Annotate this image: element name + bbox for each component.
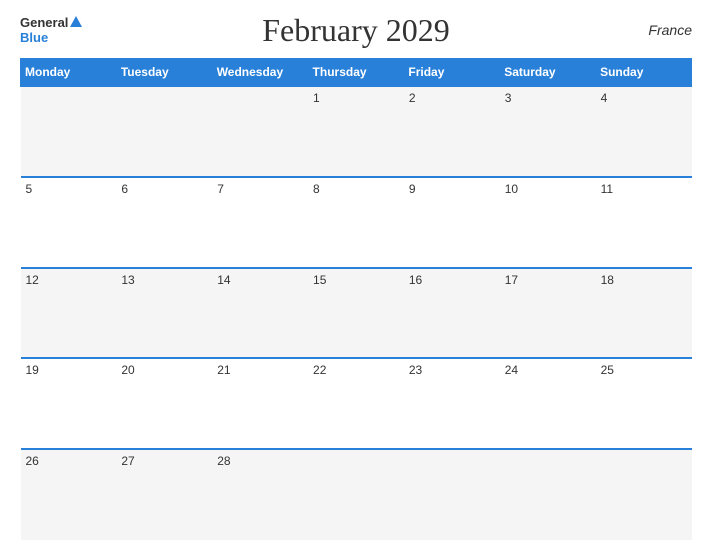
- day-number: 11: [601, 182, 613, 196]
- calendar-day-cell: 24: [500, 358, 596, 449]
- day-number: 9: [409, 182, 416, 196]
- logo-general-text: General: [20, 15, 68, 30]
- calendar-day-cell: 8: [308, 177, 404, 268]
- day-number: 25: [601, 363, 614, 377]
- calendar-day-cell: 18: [596, 268, 692, 359]
- calendar-day-cell: 23: [404, 358, 500, 449]
- calendar-table: Monday Tuesday Wednesday Thursday Friday…: [20, 58, 692, 540]
- calendar-container: General Blue February 2029 France Monday…: [0, 0, 712, 550]
- calendar-day-cell: 11: [596, 177, 692, 268]
- calendar-empty-cell: [500, 449, 596, 540]
- calendar-day-cell: 10: [500, 177, 596, 268]
- calendar-empty-cell: [596, 449, 692, 540]
- day-number: 13: [121, 273, 134, 287]
- weekday-header-row: Monday Tuesday Wednesday Thursday Friday…: [21, 59, 692, 87]
- day-number: 14: [217, 273, 230, 287]
- logo: General Blue: [20, 15, 84, 45]
- calendar-week-row: 26 27 28: [21, 449, 692, 540]
- weekday-sunday: Sunday: [596, 59, 692, 87]
- calendar-day-cell: 16: [404, 268, 500, 359]
- calendar-day-cell: 22: [308, 358, 404, 449]
- day-number: 15: [313, 273, 326, 287]
- calendar-empty-cell: [212, 86, 308, 177]
- day-number: 21: [217, 363, 230, 377]
- day-number: 27: [121, 454, 134, 468]
- calendar-week-row: 1 2 3 4: [21, 86, 692, 177]
- calendar-day-cell: 14: [212, 268, 308, 359]
- country-label: France: [648, 22, 692, 38]
- day-number: 18: [601, 273, 614, 287]
- calendar-body: 1234567891011121314151617181920212223242…: [21, 86, 692, 540]
- calendar-day-cell: 19: [21, 358, 117, 449]
- day-number: 20: [121, 363, 134, 377]
- calendar-day-cell: 9: [404, 177, 500, 268]
- day-number: 19: [26, 363, 39, 377]
- day-number: 7: [217, 182, 224, 196]
- day-number: 1: [313, 91, 320, 105]
- calendar-day-cell: 2: [404, 86, 500, 177]
- day-number: 5: [26, 182, 33, 196]
- calendar-empty-cell: [116, 86, 212, 177]
- calendar-day-cell: 1: [308, 86, 404, 177]
- day-number: 10: [505, 182, 518, 196]
- calendar-day-cell: 7: [212, 177, 308, 268]
- calendar-day-cell: 6: [116, 177, 212, 268]
- calendar-empty-cell: [308, 449, 404, 540]
- calendar-week-row: 19 20 21 22 23 24 25: [21, 358, 692, 449]
- day-number: 8: [313, 182, 320, 196]
- calendar-day-cell: 20: [116, 358, 212, 449]
- day-number: 24: [505, 363, 518, 377]
- calendar-header: General Blue February 2029 France: [20, 10, 692, 50]
- calendar-day-cell: 4: [596, 86, 692, 177]
- calendar-day-cell: 5: [21, 177, 117, 268]
- calendar-day-cell: 21: [212, 358, 308, 449]
- weekday-monday: Monday: [21, 59, 117, 87]
- weekday-tuesday: Tuesday: [116, 59, 212, 87]
- calendar-day-cell: 15: [308, 268, 404, 359]
- calendar-day-cell: 12: [21, 268, 117, 359]
- day-number: 22: [313, 363, 326, 377]
- day-number: 3: [505, 91, 512, 105]
- calendar-day-cell: 3: [500, 86, 596, 177]
- calendar-empty-cell: [404, 449, 500, 540]
- day-number: 26: [26, 454, 39, 468]
- calendar-day-cell: 17: [500, 268, 596, 359]
- day-number: 12: [26, 273, 39, 287]
- day-number: 28: [217, 454, 230, 468]
- calendar-day-cell: 26: [21, 449, 117, 540]
- day-number: 17: [505, 273, 518, 287]
- weekday-wednesday: Wednesday: [212, 59, 308, 87]
- calendar-empty-cell: [21, 86, 117, 177]
- logo-blue-text: Blue: [20, 30, 48, 45]
- logo-triangle-icon: [70, 16, 82, 27]
- day-number: 4: [601, 91, 608, 105]
- weekday-thursday: Thursday: [308, 59, 404, 87]
- calendar-week-row: 12 13 14 15 16 17 18: [21, 268, 692, 359]
- calendar-day-cell: 27: [116, 449, 212, 540]
- weekday-saturday: Saturday: [500, 59, 596, 87]
- weekday-friday: Friday: [404, 59, 500, 87]
- calendar-day-cell: 28: [212, 449, 308, 540]
- day-number: 23: [409, 363, 422, 377]
- calendar-day-cell: 25: [596, 358, 692, 449]
- day-number: 6: [121, 182, 128, 196]
- day-number: 2: [409, 91, 416, 105]
- calendar-week-row: 5 6 7 8 9 10 11: [21, 177, 692, 268]
- calendar-day-cell: 13: [116, 268, 212, 359]
- day-number: 16: [409, 273, 422, 287]
- calendar-title: February 2029: [262, 12, 450, 49]
